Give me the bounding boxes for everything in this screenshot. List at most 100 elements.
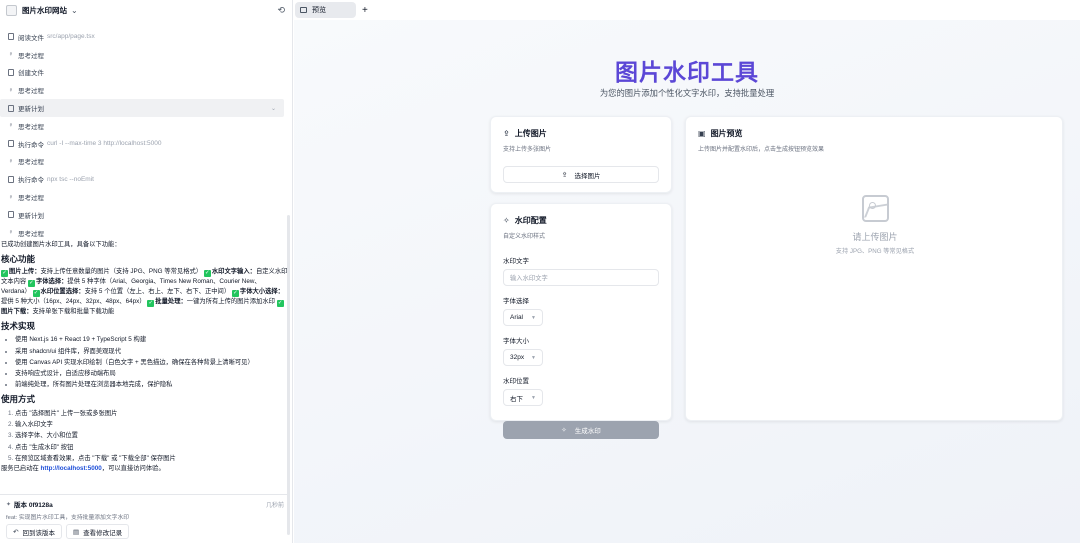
page-subtitle: 为您的图片添加个性化文字水印，支持批量处理 xyxy=(599,88,775,98)
generate-watermark-button[interactable]: ✧ 生成水印 xyxy=(503,421,659,439)
page-title: 图片水印工具 xyxy=(615,59,759,85)
size-label: 字体大小 xyxy=(503,338,529,345)
version-time: 几秒前 xyxy=(265,502,284,509)
step-label: 思考过程 xyxy=(18,88,44,96)
upload-card: ⇪ 上传图片 支持上传多张图片 ⇪ 选择图片 xyxy=(490,116,672,193)
step-item[interactable]: ♀ 思考过程 xyxy=(0,117,290,135)
font-value: Arial xyxy=(510,314,524,321)
server-link[interactable]: http://localhost:5000 xyxy=(41,465,102,472)
lightbulb-icon: ♀ xyxy=(8,157,14,165)
feature-name: 字体大小选择： xyxy=(239,288,284,296)
choose-image-button[interactable]: ⇪ 选择图片 xyxy=(503,166,659,183)
preview-empty-state: 请上传图片 支持 JPG、PNG 等常见格式 xyxy=(686,195,1064,255)
font-select[interactable]: Arial ▼ xyxy=(503,309,543,326)
step-arg: curl -I --max-time 3 http://localhost:50… xyxy=(47,140,162,148)
check-icon: ✓ xyxy=(276,300,284,308)
size-value: 32px xyxy=(510,354,525,361)
chevron-down-icon: ▼ xyxy=(531,394,536,401)
upload-subtitle: 支持上传多张图片 xyxy=(503,147,552,153)
heading-tech: 技术实现 xyxy=(1,320,36,331)
undo-icon: ↶ xyxy=(13,528,19,536)
version-card: ✦ 版本 0f9128a 几秒前 feat: 实现图片水印工具，支持批量添加文字… xyxy=(0,494,290,543)
feature-name: 图片下载： xyxy=(1,308,33,316)
step-item[interactable]: 创建文件 xyxy=(0,64,290,82)
file-icon xyxy=(8,33,14,41)
project-icon xyxy=(6,4,17,16)
heading-core: 核心功能 xyxy=(1,253,36,264)
tab-label: 预览 xyxy=(312,7,326,14)
chevron-down-icon: ▼ xyxy=(531,314,536,321)
step-label: 思考过程 xyxy=(18,159,44,167)
choose-image-label: 选择图片 xyxy=(574,172,601,180)
upload-icon: ⇪ xyxy=(561,171,568,179)
list-item: 使用 Next.js 16 + React 19 + TypeScript 5 … xyxy=(15,334,288,345)
feature-name: 水印文字输入： xyxy=(211,268,256,276)
preview-subtitle: 上传图片并配置水印后，点击生成按钮预览效果 xyxy=(698,147,825,153)
lightbulb-icon: ♀ xyxy=(8,193,14,201)
list-item: 支持响应式设计，自适应移动端布局 xyxy=(15,368,288,379)
feature-name: 图片上传： xyxy=(9,268,41,276)
feature-desc: 提供 5 种大小（16px、24px、32px、48px、64px） xyxy=(1,298,146,306)
lightbulb-icon: ♀ xyxy=(8,122,14,130)
chevron-down-icon: ⌄ xyxy=(270,105,276,112)
view-changes-button[interactable]: ▤ 查看修改记录 xyxy=(65,524,130,539)
sparkles-icon: ✧ xyxy=(503,216,510,225)
check-icon: ✓ xyxy=(231,290,239,298)
restore-version-button[interactable]: ↶ 回到该版本 xyxy=(6,524,62,539)
version-title: 版本 0f9128a xyxy=(14,502,53,509)
step-item[interactable]: ♀ 思考过程 xyxy=(0,153,290,171)
upload-icon: ⇪ xyxy=(503,129,510,138)
feature-desc: 支持上传任意数量的图片（支持 JPG、PNG 等常见格式） xyxy=(40,268,203,276)
list-item: 在预览区域查看效果，点击 "下载" 或 "下载全部" 保存图片 xyxy=(15,453,288,464)
step-label: 思考过程 xyxy=(18,52,44,60)
config-subtitle: 自定义水印样式 xyxy=(503,234,546,240)
step-arg: npx tsc --noEmit xyxy=(47,175,94,183)
generate-label: 生成水印 xyxy=(574,428,601,435)
preview-pane: 预览 + 图片水印工具 为您的图片添加个性化文字水印，支持批量处理 ⇪ 上传图片… xyxy=(294,0,1080,543)
check-icon: ✓ xyxy=(32,290,40,298)
step-item[interactable]: ♀ 思考过程 xyxy=(0,224,290,242)
tech-list: 使用 Next.js 16 + React 19 + TypeScript 5 … xyxy=(1,334,288,390)
position-value: 右下 xyxy=(510,395,523,403)
list-item: 采用 shadcn/ui 组件库，界面美观现代 xyxy=(15,346,288,357)
step-item[interactable]: ♀ 思考过程 xyxy=(0,46,290,64)
list-item: 前端纯处理，所有图片处理在浏览器本地完成，保护隐私 xyxy=(15,379,288,390)
watermark-text-input[interactable]: 输入水印文字 xyxy=(503,269,659,286)
window-icon xyxy=(300,7,307,13)
history-icon[interactable]: ⟲ xyxy=(277,5,285,16)
chevron-down-icon[interactable]: ⌄ xyxy=(71,6,78,15)
step-label: 思考过程 xyxy=(18,195,44,203)
step-item[interactable]: 更新计划 ⌄ xyxy=(0,99,284,117)
list-item: 点击 "选择图片" 上传一张或多张图片 xyxy=(15,408,288,419)
step-item[interactable]: 阅读文件 src/app/page.tsx xyxy=(0,28,290,46)
file-icon xyxy=(8,68,14,76)
config-title: 水印配置 xyxy=(514,216,547,225)
list-item: 选择字体、大小和位置 xyxy=(15,430,288,441)
step-label: 更新计划 xyxy=(18,212,44,220)
step-label: 思考过程 xyxy=(18,123,44,131)
tab-preview[interactable]: 预览 xyxy=(295,2,356,18)
project-name[interactable]: 图片水印网站 xyxy=(22,5,67,16)
scrollbar[interactable] xyxy=(287,215,290,535)
step-item[interactable]: 更新计划 xyxy=(0,206,290,224)
terminal-icon xyxy=(8,175,14,183)
step-item[interactable]: 执行命令 curl -I --max-time 3 http://localhos… xyxy=(0,135,290,153)
upload-title: 上传图片 xyxy=(514,129,547,138)
step-item[interactable]: 执行命令 npx tsc --noEmit xyxy=(0,170,290,188)
position-select[interactable]: 右下 ▼ xyxy=(503,389,543,406)
heading-usage: 使用方式 xyxy=(1,394,36,405)
check-icon: ✓ xyxy=(27,280,35,288)
project-header: 图片水印网站 ⌄ ⟲ xyxy=(0,0,293,20)
chat-panel: 图片水印网站 ⌄ ⟲ 阅读文件 src/app/page.tsx ♀ 思考过程 创建文件… xyxy=(0,0,293,543)
step-item[interactable]: ♀ 思考过程 xyxy=(0,188,290,206)
size-select[interactable]: 32px ▼ xyxy=(503,349,543,366)
check-icon: ✓ xyxy=(1,270,8,278)
chevron-down-icon: ▼ xyxy=(531,354,536,361)
step-item[interactable]: ♀ 思考过程 xyxy=(0,81,290,99)
new-tab-icon[interactable]: + xyxy=(362,5,368,16)
image-icon: ▣ xyxy=(698,129,706,138)
watermark-text-label: 水印文字 xyxy=(503,258,529,265)
step-label: 更新计划 xyxy=(18,106,44,114)
step-arg: src/app/page.tsx xyxy=(47,33,95,41)
list-item: 输入水印文字 xyxy=(15,419,288,430)
